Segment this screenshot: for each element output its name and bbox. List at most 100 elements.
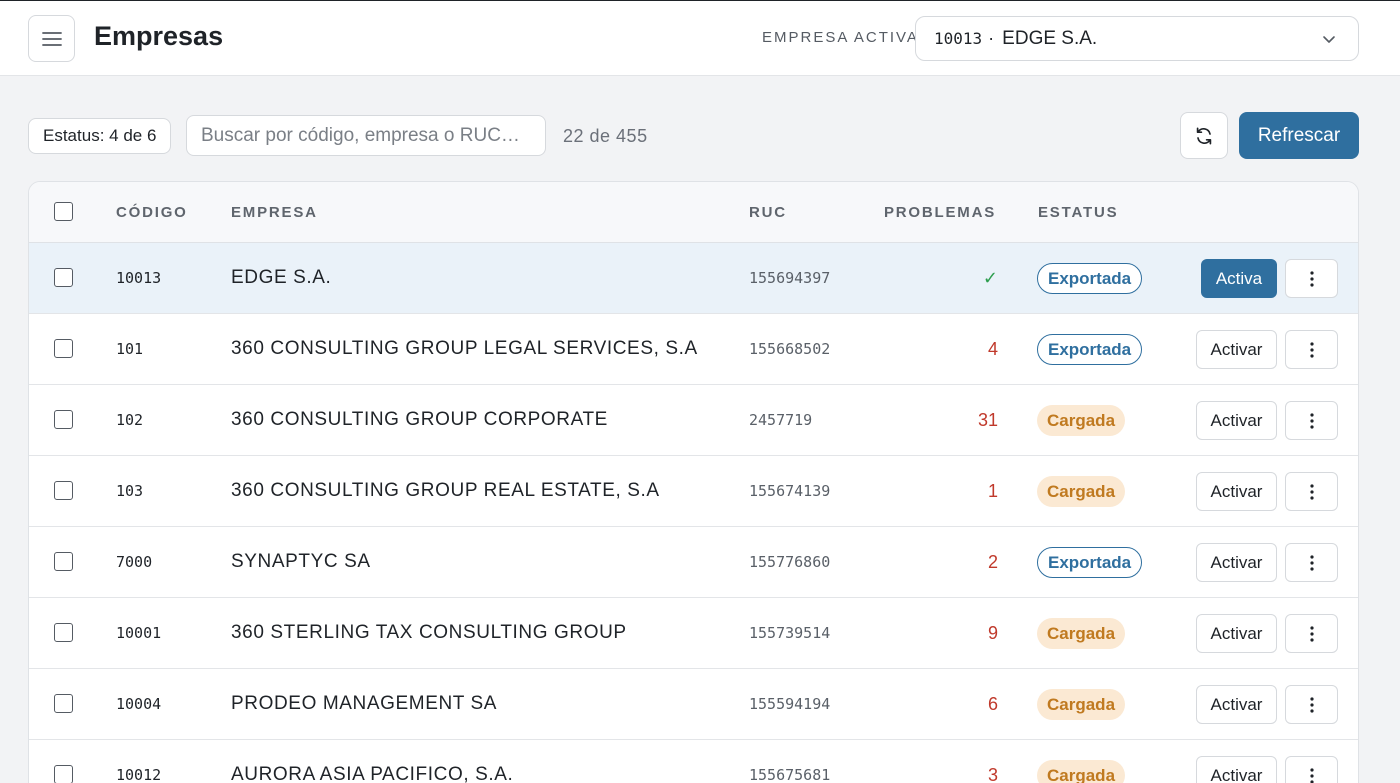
status-badge: Cargada [1037,618,1126,649]
row-problems: ✓ [982,268,998,288]
activate-button[interactable]: Activar [1196,685,1277,724]
more-vertical-icon [1309,554,1314,571]
row-code: 101 [116,340,144,358]
row-menu-button[interactable] [1285,401,1338,440]
table-row[interactable]: 10004 PRODEO MANAGEMENT SA 155594194 6 C… [29,669,1358,740]
row-checkbox[interactable] [54,765,73,783]
table-row[interactable]: 101 360 CONSULTING GROUP LEGAL SERVICES,… [29,314,1358,385]
status-badge: Exportada [1037,263,1143,294]
row-ruc: 155594194 [749,695,831,713]
status-filter-button[interactable]: Estatus: 4 de 6 [28,118,172,154]
row-company-name: 360 STERLING TAX CONSULTING GROUP [231,622,627,643]
row-checkbox[interactable] [54,481,73,500]
row-checkbox[interactable] [54,410,73,429]
status-badge: Cargada [1037,476,1126,507]
row-menu-button[interactable] [1285,614,1338,653]
row-problems: 9 [987,623,998,643]
row-company-name: 360 CONSULTING GROUP REAL ESTATE, S.A [231,480,660,501]
active-company-code: 10013 [934,29,983,48]
row-code: 10004 [116,695,162,713]
sync-button[interactable] [1180,112,1228,159]
row-problems: 4 [987,339,998,359]
active-company-select[interactable]: 10013 · EDGE S.A. [915,16,1359,61]
row-checkbox[interactable] [54,339,73,358]
row-ruc: 2457719 [749,411,813,429]
active-company-separator: · [988,28,995,48]
row-ruc: 155739514 [749,624,831,642]
row-ruc: 155668502 [749,340,831,358]
header-status[interactable]: ESTATUS [1038,204,1118,221]
active-button[interactable]: Activa [1201,259,1277,298]
activate-button[interactable]: Activar [1196,330,1277,369]
row-company-name: 360 CONSULTING GROUP CORPORATE [231,409,608,430]
row-problems: 3 [987,765,998,783]
status-badge: Cargada [1037,689,1126,720]
search-input[interactable] [186,115,546,156]
header-company[interactable]: EMPRESA [231,204,318,221]
status-badge: Exportada [1037,547,1143,578]
row-company-name: AURORA ASIA PACIFICO, S.A. [231,764,514,783]
row-company-name: SYNAPTYC SA [231,551,371,572]
page-title: Empresas [94,21,224,51]
row-menu-button[interactable] [1285,330,1338,369]
row-menu-button[interactable] [1285,543,1338,582]
row-code: 10012 [116,766,162,783]
row-checkbox[interactable] [54,268,73,287]
status-badge: Cargada [1037,760,1126,783]
table-row[interactable]: 102 360 CONSULTING GROUP CORPORATE 24577… [29,385,1358,456]
status-badge: Cargada [1037,405,1126,436]
header-problems[interactable]: PROBLEMAS [884,204,996,221]
chevron-down-icon [1323,36,1335,43]
companies-table: CÓDIGO EMPRESA RUC PROBLEMAS ESTATUS 100… [28,181,1359,783]
row-problems: 1 [987,481,998,501]
row-problems: 2 [987,552,998,572]
status-badge: Exportada [1037,334,1143,365]
row-company-name: 360 CONSULTING GROUP LEGAL SERVICES, S.A [231,338,698,359]
row-checkbox[interactable] [54,694,73,713]
row-company-name: EDGE S.A. [231,267,332,288]
more-vertical-icon [1309,341,1314,358]
table-row[interactable]: 10001 360 STERLING TAX CONSULTING GROUP … [29,598,1358,669]
table-row[interactable]: 103 360 CONSULTING GROUP REAL ESTATE, S.… [29,456,1358,527]
row-code: 103 [116,482,144,500]
table-header: CÓDIGO EMPRESA RUC PROBLEMAS ESTATUS [29,182,1358,243]
row-code: 102 [116,411,144,429]
select-all-checkbox[interactable] [54,202,73,221]
row-problems: 31 [977,410,998,430]
row-ruc: 155694397 [749,269,831,287]
row-company-name: PRODEO MANAGEMENT SA [231,693,498,714]
activate-button[interactable]: Activar [1196,756,1277,783]
activate-button[interactable]: Activar [1196,472,1277,511]
more-vertical-icon [1309,767,1314,783]
activate-button[interactable]: Activar [1196,401,1277,440]
header-code[interactable]: CÓDIGO [116,204,188,221]
top-bar: Empresas EMPRESA ACTIVA 10013 · EDGE S.A… [0,0,1400,76]
row-checkbox[interactable] [54,552,73,571]
table-row[interactable]: 7000 SYNAPTYC SA 155776860 2 Exportada A… [29,527,1358,598]
row-code: 10001 [116,624,162,642]
sync-icon [1196,127,1212,144]
header-ruc[interactable]: RUC [749,204,787,221]
row-code: 7000 [116,553,153,571]
row-problems: 6 [987,694,998,714]
more-vertical-icon [1309,412,1314,429]
hamburger-icon [41,31,62,46]
activate-button[interactable]: Activar [1196,543,1277,582]
more-vertical-icon [1309,696,1314,713]
menu-button[interactable] [28,15,75,62]
row-menu-button[interactable] [1285,756,1338,783]
more-vertical-icon [1309,625,1314,642]
result-count: 22 de 455 [563,126,648,146]
active-company-name: EDGE S.A. [1002,27,1098,49]
row-menu-button[interactable] [1285,259,1338,298]
row-code: 10013 [116,269,162,287]
more-vertical-icon [1309,483,1314,500]
table-row[interactable]: 10013 EDGE S.A. 155694397 ✓ Exportada Ac… [29,243,1358,314]
row-ruc: 155776860 [749,553,831,571]
row-checkbox[interactable] [54,623,73,642]
table-row[interactable]: 10012 AURORA ASIA PACIFICO, S.A. 1556756… [29,740,1358,783]
row-menu-button[interactable] [1285,472,1338,511]
activate-button[interactable]: Activar [1196,614,1277,653]
row-menu-button[interactable] [1285,685,1338,724]
refresh-button[interactable]: Refrescar [1239,112,1359,159]
